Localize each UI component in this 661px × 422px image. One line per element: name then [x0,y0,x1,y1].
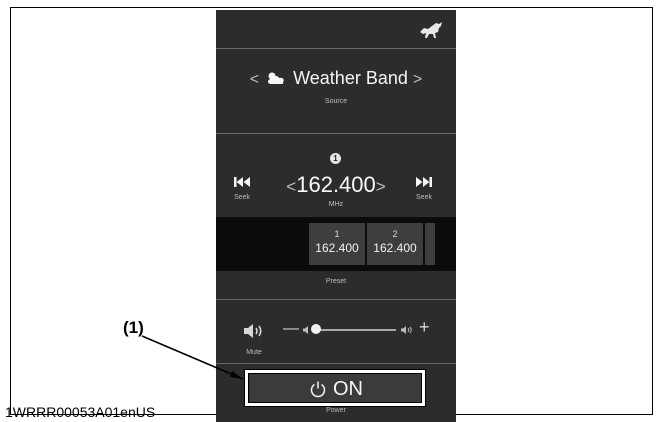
preset-frequency: 162.400 [373,241,417,255]
volume-up-button[interactable]: + [419,317,430,338]
preset-caption: Preset [325,278,347,285]
callout-number-label: (1) [123,318,144,337]
mustang-horse-icon [420,22,442,38]
preset-button-partial[interactable] [425,223,435,265]
cloud-sun-icon [268,72,284,84]
preset-button-2[interactable]: 2 162.400 [367,223,423,265]
frequency-value: 162.400 [296,172,376,197]
preset-divider [216,299,456,300]
preset-number: 1 [334,229,340,239]
source-caption: Source [324,98,348,105]
preset-strip: 1 162.400 2 162.400 [216,217,456,271]
source-name: Weather Band [293,68,408,88]
document-code: 1WRRR00053A01enUS [5,404,156,420]
speaker-high-icon [401,326,412,334]
preset-button-1[interactable]: 1 162.400 [309,223,365,265]
volume-slider-knob[interactable] [311,324,321,334]
seek-forward-button[interactable]: Seek [409,176,439,210]
volume-slider-track [316,329,396,331]
preset-frequency: 162.400 [315,241,359,255]
tune-up-chevron[interactable]: > [376,177,386,196]
mute-label: Mute [246,349,262,356]
tune-down-chevron[interactable]: < [286,177,296,196]
callout-highlight-box [244,369,426,407]
power-caption: Power [326,407,346,414]
skip-forward-icon [416,177,432,187]
skip-back-icon [234,177,250,187]
volume-down-button[interactable]: — [283,320,299,338]
seek-forward-label: Seek [416,194,432,201]
speaker-volume-icon [244,324,262,338]
mute-button[interactable]: Mute [239,323,269,356]
preset-number: 2 [392,229,398,239]
frequency-display: <162.400> [271,172,401,198]
seek-back-label: Seek [234,194,250,201]
source-next-chevron[interactable]: > [413,71,422,88]
source-divider [216,133,456,134]
radio-screen: < Weather Band > Source 1 Seek <162.400>… [216,10,456,422]
preset-indicator-badge: 1 [330,153,341,164]
volume-divider [216,363,456,364]
volume-slider[interactable] [300,323,414,337]
source-prev-chevron[interactable]: < [250,71,259,88]
header-divider [216,48,456,49]
source-selector[interactable]: < Weather Band > [216,68,456,89]
